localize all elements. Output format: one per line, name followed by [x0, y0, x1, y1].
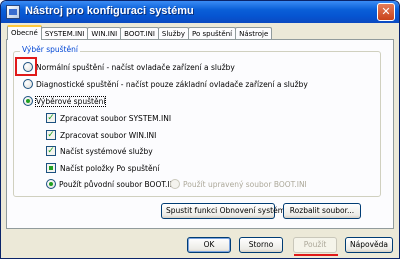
- tab-general[interactable]: Obecné: [7, 25, 42, 40]
- use-modified-boot-ini-label: Použít upravený soubor BOOT.INI: [183, 179, 307, 189]
- load-startup-items-checkbox[interactable]: [46, 163, 56, 173]
- apply-button: Použít: [293, 237, 337, 253]
- selective-startup-label: Výběrové spuštění: [34, 95, 107, 107]
- expand-file-button[interactable]: Rozbalit soubor...: [283, 203, 361, 219]
- load-startup-items-label: Načíst položky Po spuštění: [60, 163, 160, 173]
- window-title: Nástroj pro konfiguraci systému: [25, 5, 194, 17]
- load-services-checkbox[interactable]: ✓: [46, 146, 56, 156]
- startup-selection-group: [13, 51, 381, 197]
- title-bar[interactable]: Nástroj pro konfiguraci systému ✕: [1, 1, 399, 23]
- tab-strip: Obecné SYSTEM.INI WIN.INI BOOT.INI Služb…: [7, 25, 273, 40]
- startup-selection-legend: Výběr spuštění: [20, 45, 80, 54]
- process-win-ini-option[interactable]: ✓ Zpracovat soubor WIN.INI: [46, 130, 156, 140]
- ok-button[interactable]: OK: [187, 237, 231, 253]
- close-icon[interactable]: ✕: [377, 3, 395, 21]
- cancel-button[interactable]: Storno: [239, 237, 283, 253]
- app-icon: [6, 5, 20, 19]
- load-services-option[interactable]: ✓ Načíst systémové služby: [46, 146, 153, 156]
- normal-startup-option[interactable]: Normální spuštění - načíst ovladače zaří…: [23, 62, 235, 72]
- system-configuration-window: Nástroj pro konfiguraci systému ✕ Obecné…: [0, 0, 400, 259]
- use-modified-boot-ini-radio: [170, 179, 180, 189]
- process-win-ini-label: Zpracovat soubor WIN.INI: [60, 130, 157, 140]
- load-services-label: Načíst systémové služby: [60, 146, 153, 156]
- process-system-ini-option[interactable]: ✓ Zpracovat soubor SYSTEM.INI: [46, 113, 171, 123]
- selective-startup-option[interactable]: Výběrové spuštění: [23, 95, 107, 107]
- use-original-boot-ini-option[interactable]: Použít původní soubor BOOT.INI: [46, 179, 177, 189]
- process-system-ini-checkbox[interactable]: ✓: [46, 113, 56, 123]
- process-system-ini-label: Zpracovat soubor SYSTEM.INI: [60, 113, 172, 123]
- use-modified-boot-ini-option: Použít upravený soubor BOOT.INI: [170, 179, 307, 189]
- use-original-boot-ini-radio[interactable]: [46, 179, 56, 189]
- help-button[interactable]: Nápověda: [345, 237, 393, 253]
- load-startup-items-option[interactable]: Načíst položky Po spuštění: [46, 163, 159, 173]
- diagnostic-startup-label: Diagnostické spuštění - načíst pouze zák…: [36, 79, 308, 89]
- process-win-ini-checkbox[interactable]: ✓: [46, 130, 56, 140]
- diagnostic-startup-radio[interactable]: [23, 79, 33, 89]
- annotation-box: [15, 57, 37, 76]
- use-original-boot-ini-label: Použít původní soubor BOOT.INI: [59, 179, 178, 189]
- selective-startup-radio[interactable]: [23, 96, 33, 106]
- diagnostic-startup-option[interactable]: Diagnostické spuštění - načíst pouze zák…: [23, 79, 308, 89]
- annotation-underline: [294, 254, 338, 256]
- normal-startup-label: Normální spuštění - načíst ovladače zaří…: [36, 62, 235, 72]
- launch-system-restore-button[interactable]: Spustit funkci Obnovení systému: [161, 203, 290, 219]
